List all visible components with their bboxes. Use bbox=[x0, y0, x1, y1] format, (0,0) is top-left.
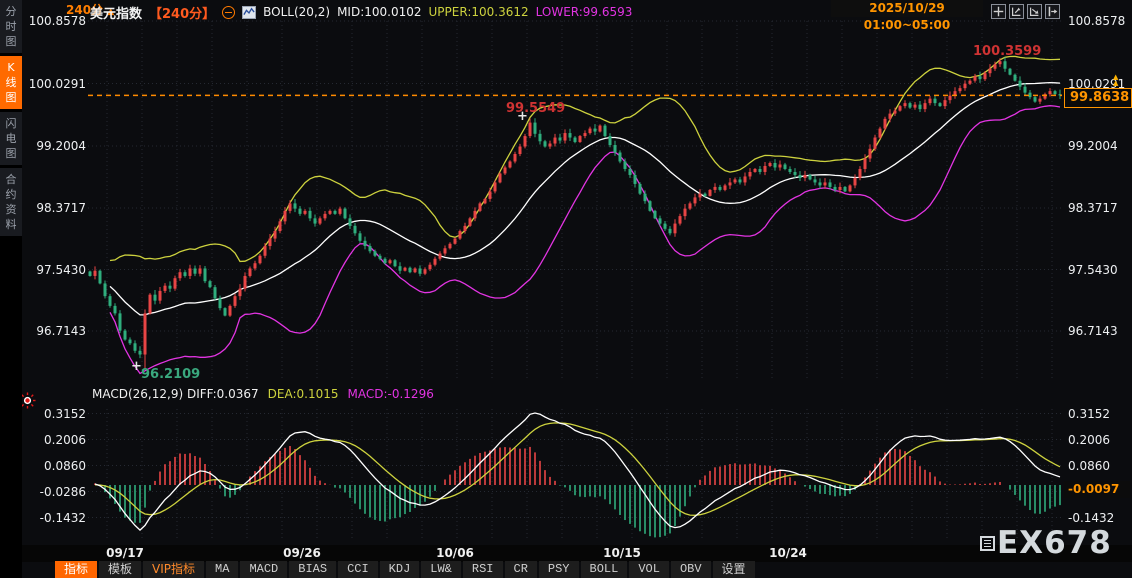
toolbar-button-CR[interactable]: CR bbox=[504, 561, 537, 578]
time-axis-row: 09/17 09/26 10/06 10/15 10/24 bbox=[22, 545, 1132, 562]
macd-last-marker: -0.0097 bbox=[1064, 481, 1130, 498]
boll-lower-value: LOWER:99.6593 bbox=[535, 5, 633, 19]
date-tick-label: 09/26 bbox=[283, 546, 321, 560]
toolbar-button-KDJ[interactable]: KDJ bbox=[379, 561, 420, 578]
price-label: 100.8578 bbox=[1068, 14, 1126, 28]
price-label: 98.3717 bbox=[36, 201, 86, 215]
toolbar-button-VIP指标[interactable]: VIP指标 bbox=[143, 561, 205, 578]
swing-high-annotation: 99.5549 bbox=[506, 101, 566, 116]
scale-right-icon[interactable] bbox=[1027, 4, 1042, 19]
macd-axis-label: 0.2006 bbox=[44, 432, 86, 447]
low-price-annotation: 96.2109 bbox=[141, 367, 201, 382]
toolbar-button-设置[interactable]: 设置 bbox=[712, 561, 755, 578]
chart-header: 美元指数 【240分】 BOLL(20,2) MID:100.0102 UPPE… bbox=[90, 3, 633, 22]
toolbar-button-OBV[interactable]: OBV bbox=[670, 561, 711, 578]
sidebar-item-3[interactable]: 合约资料 bbox=[0, 168, 22, 236]
toolbar-button-LW&[interactable]: LW& bbox=[421, 561, 461, 578]
macd-chart-canvas[interactable] bbox=[88, 405, 1062, 545]
toolbar-button-BIAS[interactable]: BIAS bbox=[289, 561, 337, 578]
scale-left-icon[interactable] bbox=[1009, 4, 1024, 19]
macd-value: MACD:-0.1296 bbox=[347, 387, 434, 401]
macd-axis-label: 0.0860 bbox=[44, 458, 86, 473]
toolbar-button-模板[interactable]: 模板 bbox=[99, 561, 142, 578]
price-label: 99.2004 bbox=[36, 139, 86, 153]
last-price-marker: 99.8638 bbox=[1064, 88, 1132, 108]
price-label: 98.3717 bbox=[1068, 201, 1118, 215]
macd-axis-label: 0.0860 bbox=[1068, 458, 1110, 473]
current-bar-time-label: 2025/10/29 01:00~05:00 bbox=[831, 0, 983, 32]
toolbar-button-VOL[interactable]: VOL bbox=[629, 561, 669, 578]
sidebar-item-0[interactable]: 分时图 bbox=[0, 0, 22, 53]
date-tick-label: 10/06 bbox=[436, 546, 474, 560]
high-price-annotation: 100.3599 bbox=[973, 44, 1042, 59]
price-label: 96.7143 bbox=[1068, 324, 1118, 338]
date-tick-label: 09/17 bbox=[106, 546, 144, 560]
macd-axis-label: -0.0286 bbox=[39, 484, 86, 499]
collapse-icon[interactable] bbox=[222, 5, 236, 19]
watermark-text: EX678 bbox=[997, 525, 1112, 561]
sidebar-item-2[interactable]: 闪电图 bbox=[0, 112, 22, 165]
boll-params-label: BOLL(20,2) bbox=[263, 5, 331, 19]
toolbar-button-指标[interactable]: 指标 bbox=[55, 561, 98, 578]
macd-dea-value: DEA:0.1015 bbox=[267, 387, 339, 401]
swing-high-cross-marker: + bbox=[517, 109, 528, 124]
price-up-arrows-icon: ▲ ▲ bbox=[1113, 73, 1119, 87]
macd-axis-label: 0.3152 bbox=[44, 406, 86, 421]
watermark: EX678 bbox=[980, 528, 1112, 559]
crosshair-icon[interactable] bbox=[991, 4, 1006, 19]
chart-type-sidebar: 分时图 K线图闪电图合约资料 bbox=[0, 0, 22, 578]
toolbar-button-BOLL[interactable]: BOLL bbox=[580, 561, 628, 578]
toolbar-button-MACD[interactable]: MACD bbox=[240, 561, 288, 578]
period-tag[interactable]: 【240分】 bbox=[149, 3, 215, 22]
macd-axis-label: 0.2006 bbox=[1068, 432, 1110, 447]
price-label: 96.7143 bbox=[36, 324, 86, 338]
trading-app-window: 分时图 K线图闪电图合约资料 美元指数 【240分】 BOLL(20,2) MID… bbox=[0, 0, 1132, 578]
symbol-name: 美元指数 bbox=[90, 6, 143, 22]
macd-axis-label: -0.1432 bbox=[39, 510, 86, 525]
price-label: 100.0291 bbox=[28, 76, 86, 91]
macd-title-diff: MACD(26,12,9) DIFF:0.0367 bbox=[92, 387, 259, 401]
macd-axis-label: -0.1432 bbox=[1068, 510, 1115, 525]
macd-header: MACD(26,12,9) DIFF:0.0367 DEA:0.1015 MAC… bbox=[92, 387, 434, 401]
indicator-toolbar: 指标 模板 VIP指标 MA MACD BIAS CCI KDJ LW& RSI CR PSY BOLL… bbox=[55, 561, 755, 578]
chart-tool-icons bbox=[991, 4, 1060, 19]
indicator-chart-icon[interactable] bbox=[242, 5, 257, 19]
low-cross-marker: + bbox=[131, 359, 142, 374]
macd-axis-label: 0.3152 bbox=[1068, 406, 1110, 421]
watermark-logo-icon bbox=[980, 536, 995, 551]
price-label: 97.5430 bbox=[1068, 262, 1118, 277]
boll-upper-value: UPPER:100.3612 bbox=[428, 5, 529, 19]
main-chart-canvas[interactable] bbox=[88, 8, 1062, 386]
sidebar-item-1[interactable]: K线图 bbox=[0, 56, 22, 109]
toolbar-button-RSI[interactable]: RSI bbox=[462, 561, 503, 578]
date-tick-label: 10/15 bbox=[603, 546, 641, 560]
date-tick-label: 10/24 bbox=[769, 546, 807, 560]
price-label: 97.5430 bbox=[36, 262, 86, 277]
shift-right-icon[interactable] bbox=[1045, 4, 1060, 19]
toolbar-button-CCI[interactable]: CCI bbox=[338, 561, 378, 578]
boll-mid-value: MID:100.0102 bbox=[337, 5, 422, 19]
toolbar-button-MA[interactable]: MA bbox=[206, 561, 239, 578]
price-label: 99.2004 bbox=[1068, 139, 1118, 153]
toolbar-button-PSY[interactable]: PSY bbox=[538, 561, 579, 578]
